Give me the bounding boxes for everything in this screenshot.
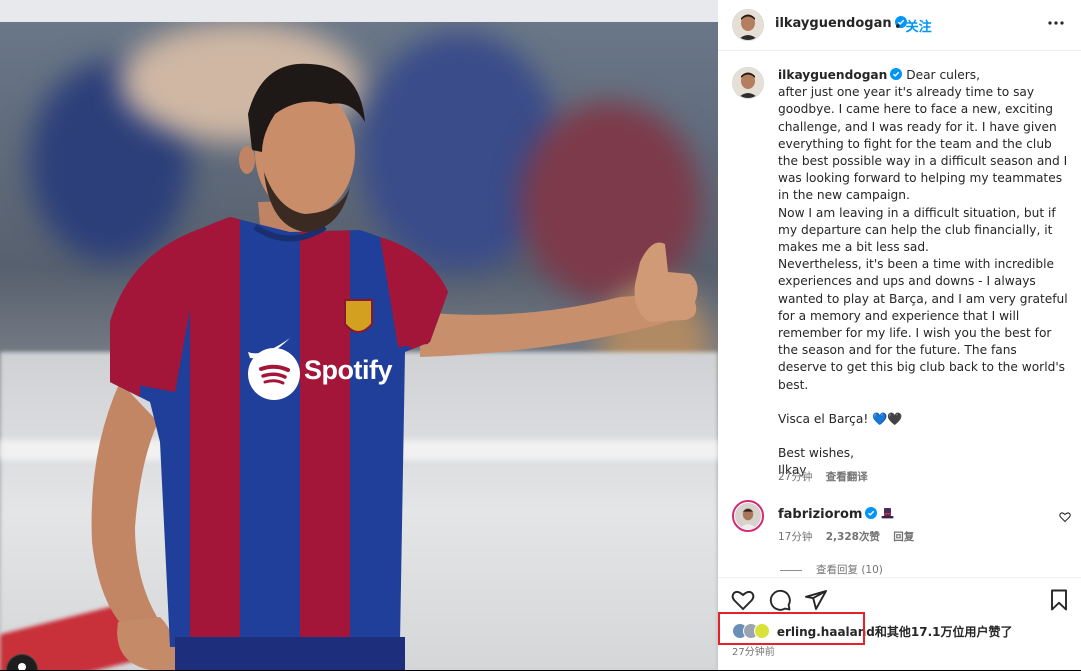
caption-paragraph: Best wishes, [778,446,855,461]
caption-spacer [778,394,1068,411]
comment-icon[interactable] [768,588,792,612]
post-panel: ilkayguendogan • 关注 ilkayguendogan Dear c… [718,0,1081,670]
verified-icon [890,68,903,80]
caption-paragraph: Visca el Barça! 💙🖤 [778,411,903,426]
tagged-user-icon[interactable] [6,654,38,670]
caption-paragraph: after just one year it's already time to… [778,85,1068,203]
caption-paragraph: Nevertheless, it's been a time with incr… [778,257,1068,392]
caption-meta: 27分钟 查看翻译 [778,469,868,484]
comment-meta: 17分钟 2,328次赞 回复 [778,529,914,544]
follow-button[interactable]: 关注 [906,20,932,35]
like-heart-icon[interactable] [731,588,755,612]
avatar[interactable] [732,9,764,41]
likes-count[interactable]: 和其他17.1万位用户赞了 [875,625,1013,639]
likes-summary: erling.haaland和其他17.1万位用户赞了 [732,623,1013,640]
caption-line: Dear culers, [906,68,980,82]
replies-divider [780,569,802,571]
spotify-icon [248,348,300,400]
separator-dot: • [894,20,902,35]
caption-avatar[interactable] [732,67,764,99]
comment-time[interactable]: 17分钟 [778,531,812,543]
comment-header: fabriziorom [778,507,894,522]
post-time[interactable]: 27分钟前 [732,643,775,658]
comment-like-heart-icon[interactable] [1059,511,1071,523]
caption-text: ilkayguendogan Dear culers, after just o… [778,67,1068,479]
top-strip [0,0,718,22]
comment-avatar[interactable] [732,500,764,532]
comment-username[interactable]: fabriziorom [778,507,862,522]
view-replies-button[interactable]: 查看回复 (10) [816,564,883,576]
share-icon[interactable] [804,588,828,612]
liker-avatar[interactable] [754,623,770,639]
reply-button[interactable]: 回复 [893,531,914,543]
bookmark-icon[interactable] [1047,588,1071,612]
view-replies[interactable]: 查看回复 (10) [780,562,883,577]
sponsor-text: Spotify [304,355,393,385]
caption-username[interactable]: ilkayguendogan [778,68,903,82]
post-photo[interactable]: Spotify [0,22,718,670]
comment-like-count[interactable]: 2,328次赞 [826,531,880,543]
liker-username[interactable]: erling.haaland [777,625,875,639]
header-username[interactable]: ilkayguendogan [775,16,907,31]
see-translation-button[interactable]: 查看翻译 [826,471,868,483]
caption-time[interactable]: 27分钟 [778,471,812,483]
player-figure [91,63,698,670]
verified-icon [865,507,878,519]
post-header: ilkayguendogan • 关注 [718,0,1081,51]
caption-paragraph: Now I am leaving in a difficult situatio… [778,205,1056,255]
more-horizontal-icon[interactable] [1048,15,1064,31]
top-hat-icon [881,508,894,519]
caption-spacer [778,428,1068,445]
